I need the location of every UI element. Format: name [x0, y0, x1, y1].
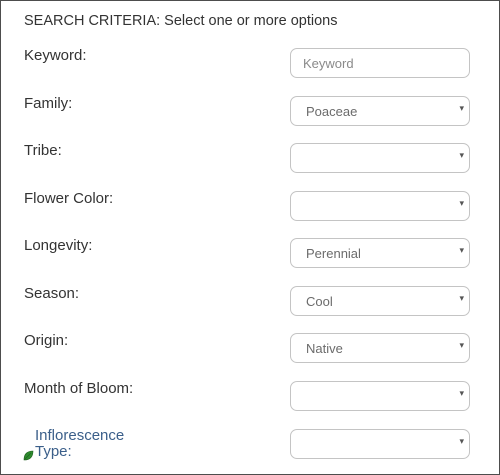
- chevron-down-icon: ▾: [459, 103, 464, 113]
- chevron-down-icon: ▾: [459, 198, 464, 208]
- chevron-down-icon: ▾: [459, 436, 464, 446]
- family-select[interactable]: Poaceae ▾: [290, 96, 470, 126]
- longevity-selected-value: Perennial: [306, 246, 361, 261]
- tribe-select[interactable]: ▾: [290, 143, 470, 173]
- keyword-input[interactable]: Keyword: [290, 48, 470, 78]
- tribe-label: Tribe:: [24, 142, 62, 159]
- origin-label: Origin:: [24, 332, 69, 349]
- longevity-label: Longevity:: [24, 237, 93, 254]
- flower-color-select[interactable]: ▾: [290, 191, 470, 221]
- longevity-select[interactable]: Perennial ▾: [290, 238, 470, 268]
- inflorescence-type-label-line1: Inflorescence: [35, 427, 125, 444]
- chevron-down-icon: ▾: [459, 245, 464, 255]
- leaf-icon: [23, 450, 34, 461]
- keyword-label: Keyword:: [24, 47, 87, 64]
- chevron-down-icon: ▾: [459, 388, 464, 398]
- family-label: Family:: [24, 95, 73, 112]
- inflorescence-type-label-line2: Type:: [35, 443, 72, 460]
- month-of-bloom-select[interactable]: ▾: [290, 381, 470, 411]
- inflorescence-type-link[interactable]: Inflorescence Type:: [35, 428, 124, 460]
- chevron-down-icon: ▾: [459, 340, 464, 350]
- season-label: Season:: [24, 285, 80, 302]
- flower-color-label: Flower Color:: [24, 190, 114, 207]
- origin-select[interactable]: Native ▾: [290, 333, 470, 363]
- search-criteria-heading: SEARCH CRITERIA: Select one or more opti…: [24, 13, 338, 29]
- keyword-placeholder: Keyword: [303, 56, 354, 71]
- month-of-bloom-label: Month of Bloom:: [24, 380, 134, 397]
- chevron-down-icon: ▾: [459, 293, 464, 303]
- origin-selected-value: Native: [306, 341, 343, 356]
- season-selected-value: Cool: [306, 294, 333, 309]
- chevron-down-icon: ▾: [459, 150, 464, 160]
- season-select[interactable]: Cool ▾: [290, 286, 470, 316]
- family-selected-value: Poaceae: [306, 104, 358, 119]
- search-criteria-panel: SEARCH CRITERIA: Select one or more opti…: [0, 0, 500, 475]
- inflorescence-type-select[interactable]: ▾: [290, 429, 470, 459]
